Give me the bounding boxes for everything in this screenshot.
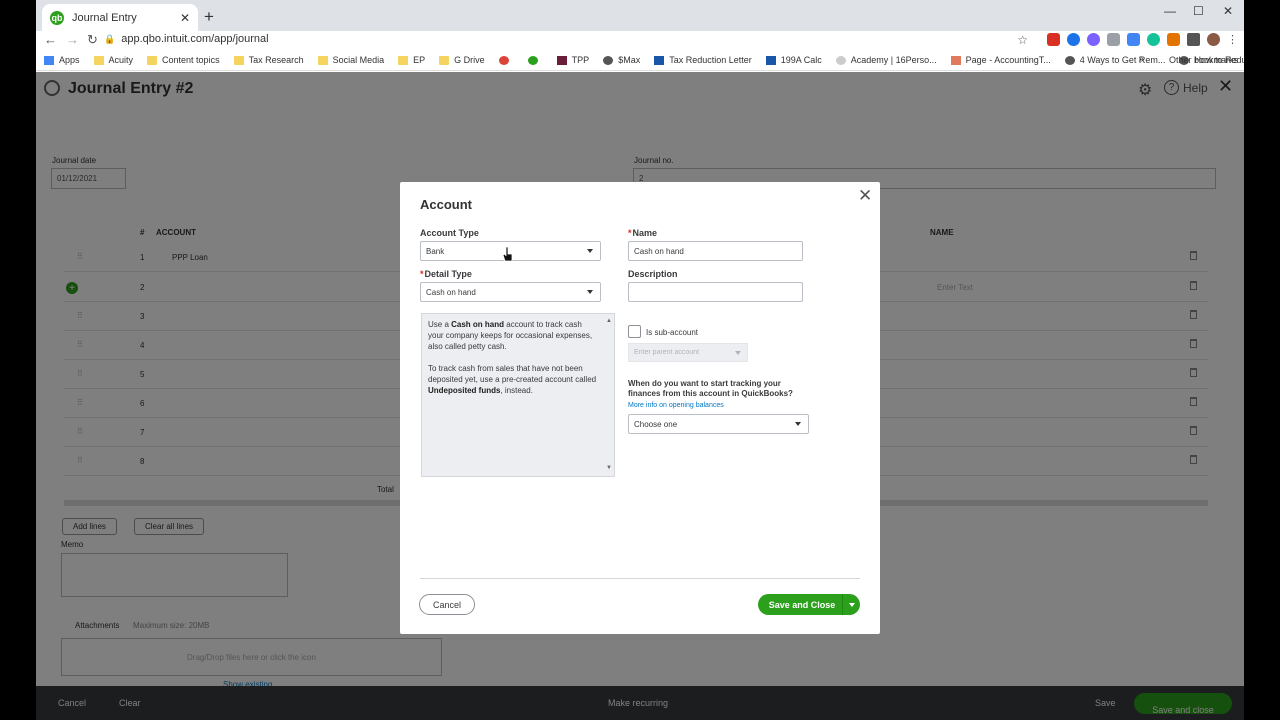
puzzle-extensions-icon[interactable] — [1187, 33, 1200, 46]
site-icon — [765, 55, 776, 65]
globe-icon — [835, 55, 846, 65]
folder-icon — [398, 55, 409, 65]
extension-icon[interactable] — [1127, 33, 1140, 46]
url-text: app.qbo.intuit.com/app/journal — [121, 33, 269, 45]
bookmark[interactable]: Social Media — [317, 55, 384, 65]
mouse-cursor-icon — [502, 246, 513, 262]
sub-account-checkbox[interactable] — [628, 325, 641, 338]
scroll-down-icon[interactable]: ▼ — [606, 463, 612, 474]
window-close-icon[interactable]: ✕ — [1223, 4, 1233, 18]
url-field[interactable]: 🔒 app.qbo.intuit.com/app/journal — [104, 33, 269, 45]
chevron-down-icon — [848, 602, 855, 607]
bookmarks-overflow-icon[interactable]: » — [1138, 54, 1144, 65]
site-icon — [654, 55, 665, 65]
bookmark[interactable] — [498, 55, 514, 65]
maximize-icon[interactable]: ☐ — [1193, 4, 1204, 18]
account-dialog: Account ✕ Account Type Bank *Name Cash o… — [400, 182, 880, 634]
other-bookmarks[interactable]: Other bookmarks — [1169, 55, 1238, 65]
site-icon — [498, 55, 509, 65]
tab-close-icon[interactable]: ✕ — [180, 11, 190, 25]
sub-account-label: Is sub-account — [646, 328, 699, 337]
save-options-dropdown[interactable] — [842, 594, 860, 615]
bookmark[interactable]: TPP — [556, 55, 589, 65]
folder-icon — [317, 55, 328, 65]
help-paragraph: To track cash from sales that have not b… — [428, 364, 597, 395]
chevron-down-icon — [587, 249, 593, 253]
extensions: ☆ ⋮ — [1017, 33, 1238, 47]
divider — [420, 578, 860, 579]
reload-icon[interactable]: ↻ — [87, 32, 98, 48]
tracking-question: When do you want to start tracking your … — [628, 379, 793, 398]
bookmark[interactable]: EP — [398, 55, 425, 65]
extension-icon[interactable] — [1087, 33, 1100, 46]
detail-type-label: *Detail Type — [420, 269, 472, 279]
minimize-icon[interactable]: — — [1164, 4, 1176, 18]
bookmark[interactable]: Content topics — [147, 55, 220, 65]
site-icon — [950, 55, 961, 65]
name-label: *Name — [628, 228, 658, 238]
bookmark[interactable]: Tax Research — [233, 55, 304, 65]
bookmark[interactable]: $Max — [603, 55, 640, 65]
folder-icon — [439, 55, 450, 65]
back-icon[interactable]: ← — [44, 32, 57, 47]
dialog-title: Account — [420, 197, 472, 212]
description-input[interactable] — [628, 282, 803, 302]
chevron-down-icon — [735, 351, 741, 355]
browser-menu-icon[interactable]: ⋮ — [1227, 33, 1238, 47]
save-and-close-button[interactable]: Save and Close — [758, 594, 860, 615]
bookmarks-bar: Apps Acuity Content topics Tax Research … — [36, 50, 1244, 71]
bookmark-apps[interactable]: Apps — [44, 55, 80, 65]
chevron-down-icon — [795, 422, 801, 426]
name-input[interactable]: Cash on hand — [628, 241, 803, 261]
grammarly-icon[interactable] — [1147, 33, 1160, 46]
tab-title: Journal Entry — [72, 11, 137, 24]
forward-icon[interactable]: → — [66, 32, 79, 47]
quickbooks-site-icon — [527, 55, 538, 65]
bookmark[interactable]: Acuity — [93, 55, 133, 65]
site-icon — [556, 55, 567, 65]
cancel-button[interactable]: Cancel — [419, 594, 475, 615]
opening-balances-link[interactable]: More info on opening balances — [628, 402, 724, 409]
quickbooks-favicon-icon: qb — [50, 10, 64, 25]
chevron-down-icon — [587, 290, 593, 294]
lock-icon: 🔒 — [104, 34, 116, 44]
extension-icon[interactable] — [1047, 33, 1060, 46]
new-tab-icon[interactable]: + — [204, 7, 214, 27]
account-type-label: Account Type — [420, 228, 479, 238]
bookmark[interactable]: 4 Ways to Get Rem... — [1064, 55, 1165, 65]
screen: qb Journal Entry ✕ + — ☐ ✕ ← → ↻ 🔒 app.qb… — [36, 0, 1244, 720]
bookmark[interactable]: Academy | 16Perso... — [835, 55, 937, 65]
site-icon — [1064, 55, 1075, 65]
bookmark[interactable]: 199A Calc — [765, 55, 822, 65]
apps-grid-icon — [44, 55, 54, 65]
help-paragraph: Use a Cash on hand account to track cash… — [428, 320, 593, 351]
browser-tab[interactable]: qb Journal Entry ✕ — [42, 4, 198, 31]
extension-icon[interactable] — [1067, 33, 1080, 46]
scroll-up-icon[interactable]: ▲ — [606, 316, 612, 327]
profile-avatar-icon[interactable] — [1207, 33, 1220, 46]
folder-icon — [93, 55, 104, 65]
description-label: Description — [628, 269, 678, 279]
detail-type-select[interactable]: Cash on hand — [420, 282, 601, 302]
close-icon[interactable]: ✕ — [858, 186, 872, 206]
browser-tabbar: qb Journal Entry ✕ + — ☐ ✕ — [36, 0, 1244, 31]
globe-icon — [603, 55, 614, 65]
detail-type-help: Use a Cash on hand account to track cash… — [421, 313, 615, 477]
bookmark-star-icon[interactable]: ☆ — [1017, 33, 1028, 47]
start-tracking-select[interactable]: Choose one — [628, 414, 809, 434]
bookmark[interactable]: Page - AccountingT... — [950, 55, 1051, 65]
bookmark[interactable]: Tax Reduction Letter — [654, 55, 752, 65]
extension-icon[interactable] — [1167, 33, 1180, 46]
bookmark[interactable] — [527, 55, 543, 65]
camera-extension-icon[interactable] — [1107, 33, 1120, 46]
bookmark[interactable]: G Drive — [439, 55, 485, 65]
parent-account-select[interactable]: Enter parent account — [628, 343, 748, 362]
address-bar-row: ← → ↻ 🔒 app.qbo.intuit.com/app/journal ☆ … — [36, 31, 1244, 50]
folder-icon — [233, 55, 244, 65]
folder-icon — [147, 55, 158, 65]
